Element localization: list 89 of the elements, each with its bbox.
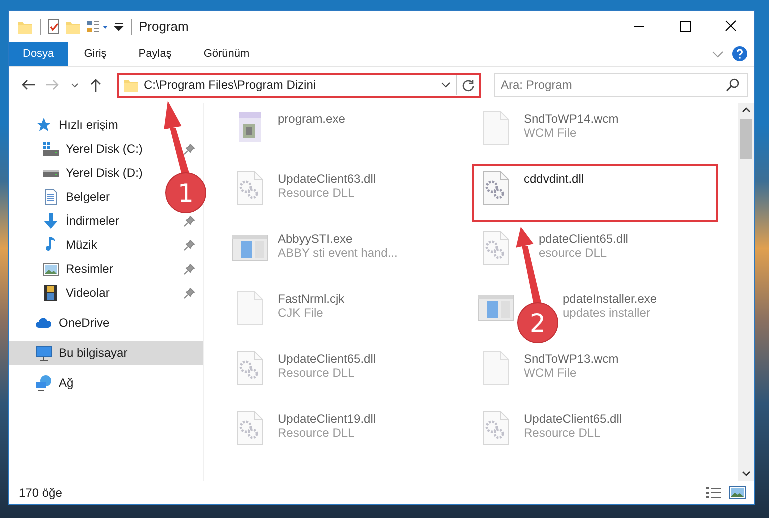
file-name[interactable]: UpdateClient65.dll <box>524 412 622 426</box>
file-type: WCM File <box>524 366 578 380</box>
scrollbar-thumb[interactable] <box>740 119 752 159</box>
monitor-icon <box>36 346 52 360</box>
file-type: Resource DLL <box>278 186 356 200</box>
file-type: Resource DLL <box>278 426 356 440</box>
file-name[interactable]: UpdateClient63.dll <box>278 172 376 186</box>
gear-file-icon <box>237 411 263 445</box>
ribbon-tab[interactable]: Dosya <box>9 42 68 66</box>
pin-icon[interactable] <box>184 264 195 274</box>
installer-icon <box>237 112 263 144</box>
music-note-icon <box>46 237 56 253</box>
picture-icon <box>42 262 58 276</box>
film-icon <box>44 285 57 301</box>
sidebar-label: Bu bilgisayar <box>59 346 128 360</box>
gear-file-icon <box>483 411 509 445</box>
sidebar-item[interactable]: Hızlı erişim <box>59 118 118 132</box>
file-name[interactable]: SndToWP14.wcm <box>524 112 619 126</box>
sidebar-item[interactable]: Belgeler <box>66 190 110 204</box>
window-title: Program <box>139 19 190 34</box>
dropdown-caret-icon[interactable] <box>441 82 451 88</box>
file-name[interactable]: SndToWP13.wcm <box>524 352 619 366</box>
sidebar-item[interactable]: Bu bilgisayar <box>9 341 203 365</box>
file-name[interactable]: UpdateClient19.dll <box>278 412 376 426</box>
file-name[interactable]: UpdateClient65.dll <box>278 352 376 366</box>
file-icon <box>237 291 263 325</box>
folder-icon <box>123 78 139 92</box>
file-type: Resource DLL <box>524 426 602 440</box>
file-type: WCM File <box>524 126 578 140</box>
star-icon <box>36 118 52 132</box>
address-path: C:\Program Files\Program Dizini <box>144 78 318 92</box>
file-type: Resource DLL <box>278 366 356 380</box>
document-icon <box>44 189 56 205</box>
sidebar-item[interactable]: Videolar <box>66 286 110 300</box>
drive-icon <box>42 170 58 176</box>
application-window-icon <box>478 295 514 321</box>
back-icon[interactable] <box>21 79 35 91</box>
search-field[interactable]: Ara: Program <box>494 73 748 97</box>
expand-ribbon-icon[interactable] <box>712 50 724 58</box>
file-icon <box>483 351 509 385</box>
highlight-frame[interactable]: cddvdint.dll <box>472 164 718 222</box>
file-type: esource DLL <box>539 246 608 260</box>
scroll-down-icon[interactable] <box>742 471 750 477</box>
sidebar-item[interactable]: Yerel Disk (D:) <box>66 166 143 180</box>
gear-file-icon <box>237 171 263 205</box>
pin-icon[interactable] <box>184 288 195 298</box>
file-type: CJK File <box>278 306 324 320</box>
item-count: 170 öğe <box>19 486 62 500</box>
recent-caret-icon[interactable] <box>71 82 79 88</box>
sidebar-item[interactable]: İndirmeler <box>66 214 120 228</box>
cloud-icon <box>36 318 52 328</box>
pin-icon[interactable] <box>184 240 195 250</box>
large-icons-view-icon[interactable] <box>729 486 746 499</box>
download-icon <box>44 213 58 229</box>
file-icon <box>483 111 509 145</box>
gear-file-icon <box>483 171 509 205</box>
refresh-icon[interactable] <box>462 78 475 92</box>
checklist-icon[interactable] <box>48 18 60 34</box>
gear-file-icon <box>237 351 263 385</box>
application-window-icon <box>232 235 268 261</box>
address-field[interactable]: C:\Program Files\Program Dizini <box>117 72 481 98</box>
network-icon <box>36 375 52 391</box>
file-type: ABBY sti event hand... <box>278 246 398 260</box>
file-type: updates installer <box>563 306 652 320</box>
up-icon[interactable] <box>90 78 102 92</box>
sidebar-item[interactable]: OneDrive <box>59 316 110 330</box>
properties-icon[interactable] <box>86 20 109 34</box>
file-name[interactable]: program.exe <box>278 112 346 126</box>
file-name[interactable]: pdateClient65.dll <box>539 232 628 246</box>
search-icon[interactable] <box>726 78 740 92</box>
sidebar-item[interactable]: Yerel Disk (C:) <box>66 142 143 156</box>
file-name[interactable]: pdateInstaller.exe <box>563 292 658 306</box>
file-name[interactable]: cddvdint.dll <box>524 172 584 186</box>
pin-icon[interactable] <box>184 144 195 154</box>
help-icon[interactable] <box>732 46 748 62</box>
ribbon-tab[interactable]: Giriş <box>68 42 123 66</box>
details-view-icon[interactable] <box>706 486 721 498</box>
customize-caret-icon[interactable] <box>114 22 124 32</box>
gear-file-icon <box>483 231 509 265</box>
sidebar-item[interactable]: Müzik <box>66 238 98 252</box>
ribbon-tab[interactable]: Görünüm <box>188 42 266 66</box>
file-name[interactable]: FastNrml.cjk <box>278 292 345 306</box>
file-name[interactable]: AbbyySTI.exe <box>278 232 398 246</box>
ribbon-tab[interactable]: Paylaş <box>122 42 188 66</box>
scroll-up-icon[interactable] <box>742 107 750 113</box>
drive-icon <box>42 142 58 156</box>
sidebar-item[interactable]: Resimler <box>66 262 114 276</box>
sidebar-item[interactable]: Ağ <box>59 376 74 390</box>
pin-icon[interactable] <box>184 216 195 226</box>
